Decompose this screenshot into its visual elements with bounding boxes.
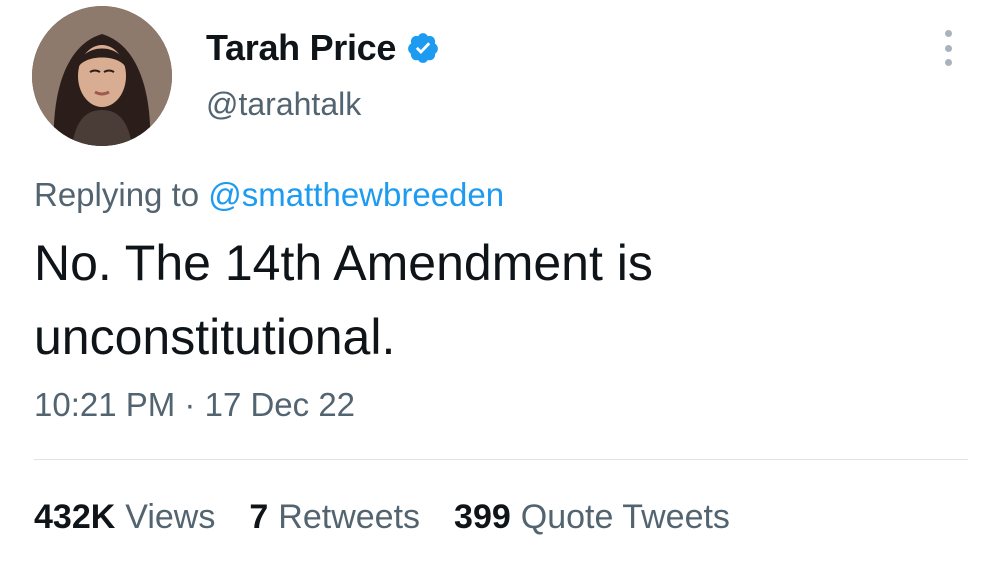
replying-to-handle-link[interactable]: @smatthewbreeden [208,176,504,213]
divider [34,459,968,460]
author-handle[interactable]: @tarahtalk [206,86,361,123]
author-name-row: Tarah Price [206,26,440,70]
stat-value: 399 [454,498,511,536]
replying-to-prefix: Replying to [34,176,200,213]
avatar-portrait-image [32,6,172,146]
tweet-text-line: unconstitutional. [34,309,396,365]
quote-tweets-stat[interactable]: 399 Quote Tweets [454,498,730,537]
stat-value: 432K [34,498,116,536]
author-display-name[interactable]: Tarah Price [206,27,396,69]
timestamp-separator: · [184,386,196,423]
avatar[interactable] [32,6,172,146]
tweet-text-line: No. The 14th Amendment is [34,235,653,291]
stat-label: Views [125,498,216,536]
verified-badge-icon [406,31,440,65]
tweet-time: 10:21 PM [34,386,176,423]
tweet-card: Tarah Price @tarahtalk Replying to @smat… [0,0,1000,564]
stat-value: 7 [249,498,269,536]
more-dot [944,44,952,52]
retweets-stat[interactable]: 7 Retweets [249,498,420,537]
tweet-date: 17 Dec 22 [204,386,356,423]
more-dot [944,59,952,66]
tweet-text: No. The 14th Amendment is unconstitution… [34,226,934,374]
views-stat[interactable]: 432K Views [34,498,215,537]
stat-label: Quote Tweets [520,498,730,536]
more-dot [944,30,952,37]
stat-label: Retweets [278,498,421,536]
replying-to: Replying to @smatthewbreeden [34,176,504,214]
tweet-stats: 432K Views 7 Retweets 399 Quote Tweets [34,498,764,537]
tweet-timestamp[interactable]: 10:21 PM · 17 Dec 22 [34,386,355,424]
more-options-icon[interactable] [934,30,962,66]
